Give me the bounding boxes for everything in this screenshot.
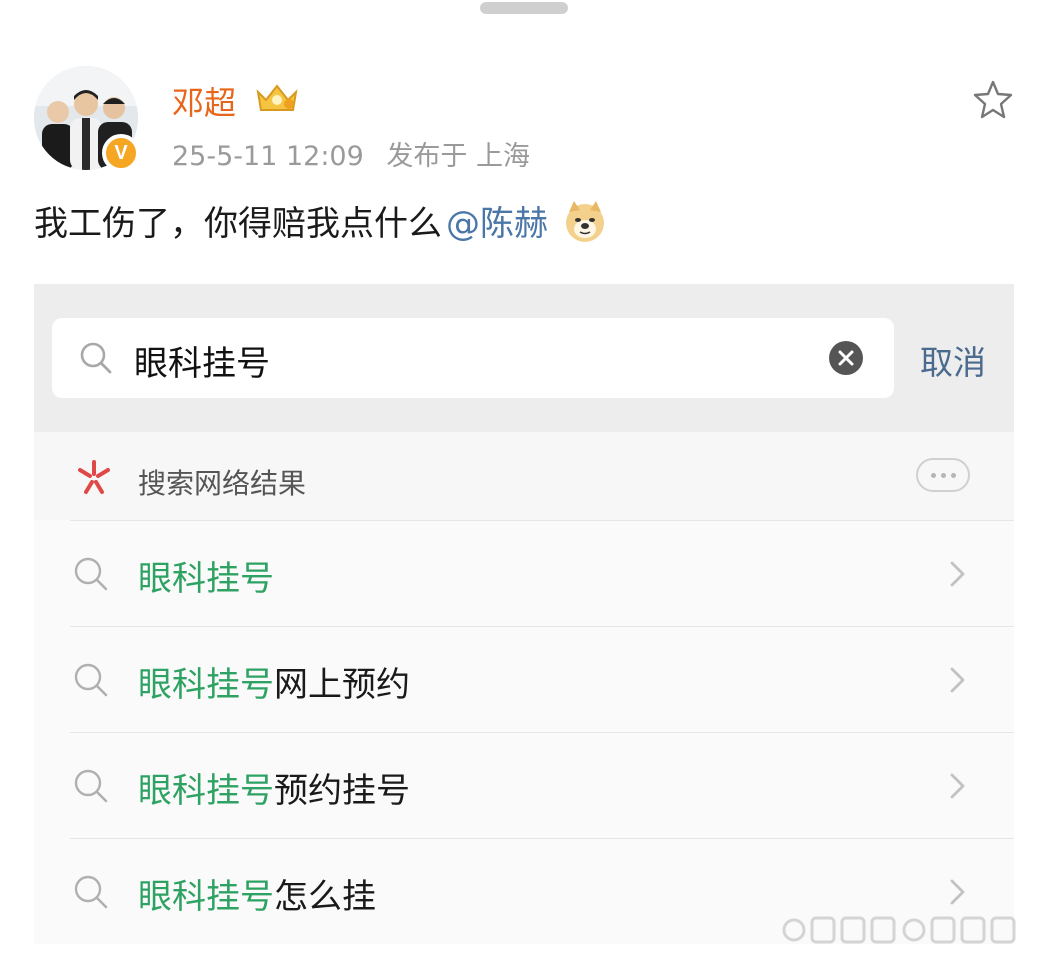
cancel-button[interactable]: 取消 xyxy=(920,336,986,384)
search-bar-area: 眼科挂号 取消 xyxy=(34,284,1014,432)
search-icon xyxy=(74,557,108,591)
search-icon xyxy=(74,875,108,909)
suggestion-highlight: 眼科挂号 xyxy=(138,559,274,599)
search-query-text[interactable]: 眼科挂号 xyxy=(134,336,270,385)
suggestion-highlight: 眼科挂号 xyxy=(138,665,274,705)
search-icon xyxy=(74,769,108,803)
suggestion-rest: 预约挂号 xyxy=(274,771,410,811)
spark-icon xyxy=(78,460,110,494)
chevron-right-icon xyxy=(950,667,965,693)
post-body-text: 我工伤了，你得赔我点什么 xyxy=(34,204,442,244)
watermark-logo xyxy=(782,916,1016,944)
suggestion-text: 眼科挂号怎么挂 xyxy=(138,869,376,918)
web-results-header[interactable]: 搜索网络结果 xyxy=(34,432,1014,520)
ellipsis-icon[interactable] xyxy=(916,458,970,492)
suggestion-rest: 怎么挂 xyxy=(274,877,376,917)
suggestion-text: 眼科挂号预约挂号 xyxy=(138,763,410,812)
chevron-right-icon xyxy=(950,773,965,799)
post-header: V 邓超 25-5-11 12:09 发布于 上海 xyxy=(34,66,1014,176)
suggestion-row[interactable]: 眼科挂号网上预约 xyxy=(34,627,1014,733)
verified-badge-icon: V xyxy=(102,134,140,172)
search-icon xyxy=(74,663,108,697)
post-meta: 25-5-11 12:09 发布于 上海 xyxy=(172,134,544,173)
suggestion-rest: 网上预约 xyxy=(274,665,410,705)
crown-badge-icon xyxy=(256,84,298,111)
post-timestamp: 25-5-11 12:09 xyxy=(172,141,364,172)
embedded-screenshot[interactable]: 眼科挂号 取消 搜索网络结果 眼科挂号 眼科挂号网上预约 眼科挂号预约挂号 眼科… xyxy=(34,284,1014,944)
star-icon[interactable] xyxy=(972,78,1014,120)
chevron-right-icon xyxy=(950,561,965,587)
suggestion-text: 眼科挂号网上预约 xyxy=(138,657,410,706)
author-name[interactable]: 邓超 xyxy=(172,78,236,124)
suggestion-highlight: 眼科挂号 xyxy=(138,771,274,811)
search-input[interactable]: 眼科挂号 xyxy=(52,318,894,398)
suggestion-highlight: 眼科挂号 xyxy=(138,877,274,917)
sheet-grab-handle[interactable] xyxy=(480,2,568,14)
mention-link[interactable]: @陈赫 xyxy=(446,196,548,245)
search-icon xyxy=(80,342,112,374)
post-content: 我工伤了，你得赔我点什么 @陈赫 xyxy=(34,196,608,245)
suggestion-text: 眼科挂号 xyxy=(138,551,274,600)
chevron-right-icon xyxy=(950,879,965,905)
web-results-label: 搜索网络结果 xyxy=(138,467,307,500)
suggestion-row[interactable]: 眼科挂号 xyxy=(34,521,1014,627)
doge-emoji-icon xyxy=(566,200,604,242)
clear-circle-icon[interactable] xyxy=(828,340,864,376)
suggestion-row[interactable]: 眼科挂号预约挂号 xyxy=(34,733,1014,839)
post-location: 发布于 上海 xyxy=(386,141,530,172)
